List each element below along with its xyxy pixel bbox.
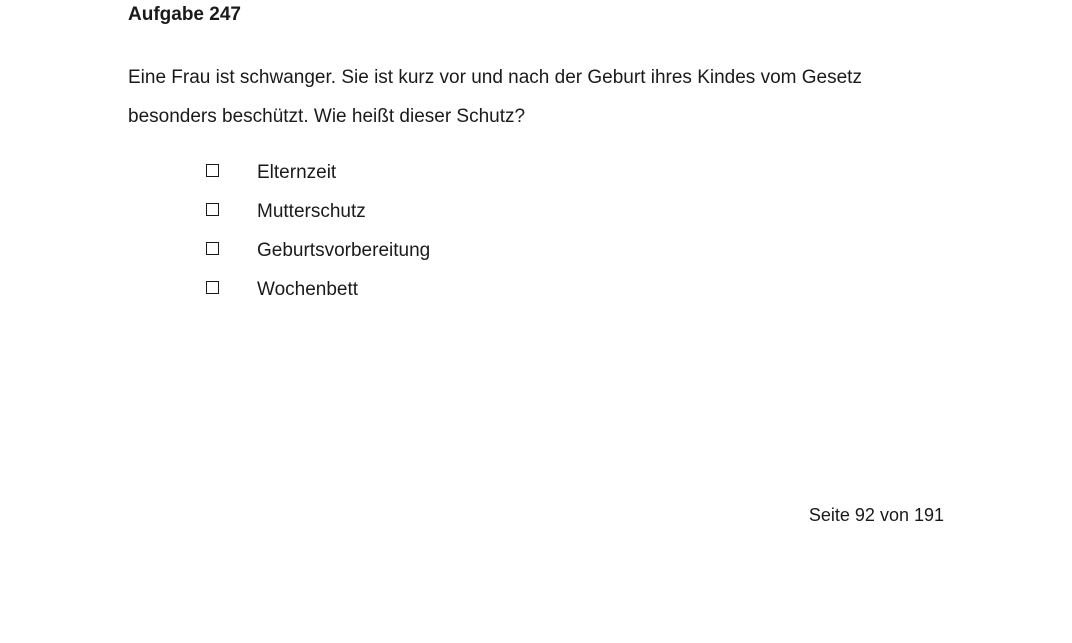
answer-options: Elternzeit Mutterschutz Geburtsvorbereit… — [206, 153, 430, 309]
question-line-1: Eine Frau ist schwanger. Sie ist kurz vo… — [128, 67, 862, 88]
answer-checkbox[interactable] — [206, 281, 219, 294]
answer-label: Geburtsvorbereitung — [257, 239, 431, 261]
answer-option-elternzeit[interactable]: Elternzeit — [206, 153, 430, 192]
answer-option-mutterschutz[interactable]: Mutterschutz — [206, 192, 430, 231]
document-page: Aufgabe 247 Eine Frau ist schwanger. Sie… — [0, 0, 1072, 643]
answer-checkbox[interactable] — [206, 242, 219, 255]
answer-checkbox[interactable] — [206, 203, 219, 216]
answer-option-wochenbett[interactable]: Wochenbett — [206, 270, 430, 309]
answer-checkbox[interactable] — [206, 164, 219, 177]
answer-option-geburtsvorbereitung[interactable]: Geburtsvorbereitung — [206, 231, 430, 270]
task-title: Aufgabe 247 — [128, 4, 241, 25]
question-line-2: besonders beschützt. Wie heißt dieser Sc… — [128, 106, 526, 127]
answer-label: Elternzeit — [257, 161, 337, 183]
answer-label: Wochenbett — [257, 278, 359, 300]
page-number: Seite 92 von 191 — [808, 505, 944, 525]
question-text: Eine Frau ist schwanger. Sie ist kurz vo… — [128, 58, 928, 136]
answer-label: Mutterschutz — [257, 200, 366, 222]
